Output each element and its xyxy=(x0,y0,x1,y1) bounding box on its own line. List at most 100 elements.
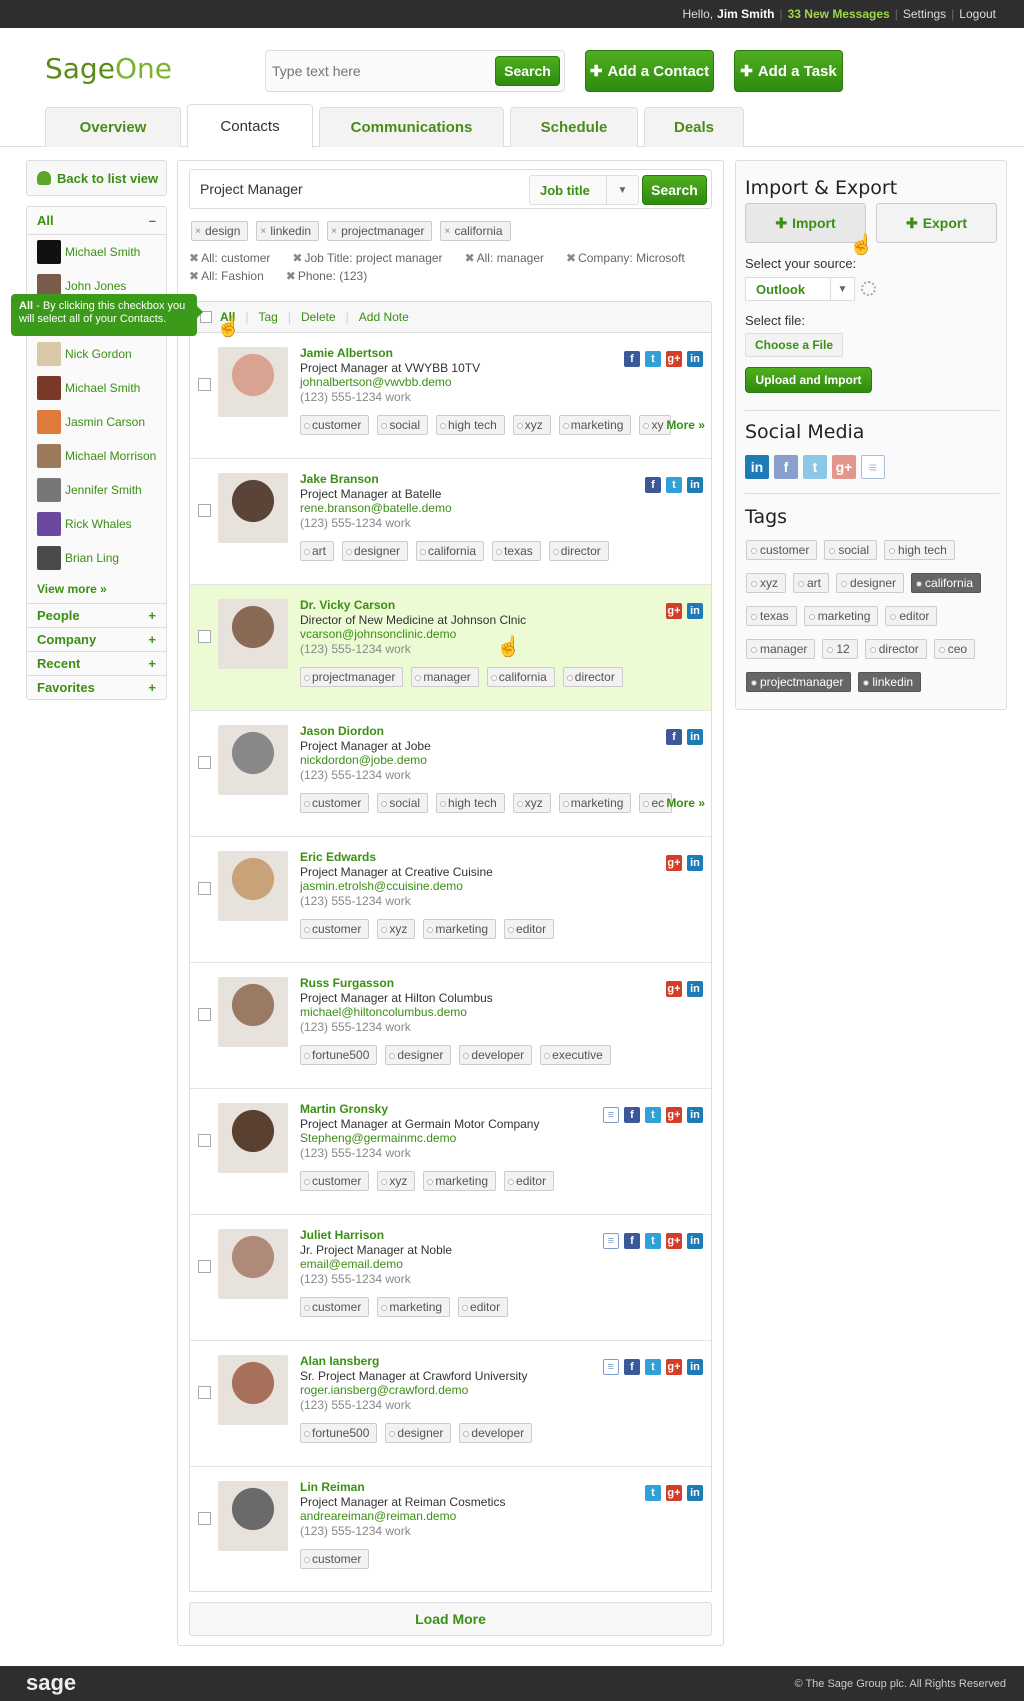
filter-tag[interactable]: projectmanager xyxy=(327,221,433,241)
contact-tag[interactable]: california xyxy=(486,667,555,687)
tag-cloud-item[interactable]: marketing xyxy=(803,606,879,626)
remove-filter-icon[interactable]: ✖ xyxy=(286,269,296,283)
contact-photo[interactable] xyxy=(218,347,288,417)
tab-communications[interactable]: Communications xyxy=(319,107,504,147)
row-checkbox[interactable] xyxy=(198,378,211,391)
contact-name[interactable]: Jake Branson xyxy=(300,472,379,486)
contact-name[interactable]: Eric Edwards xyxy=(300,850,376,864)
tag-cloud-item[interactable]: ceo xyxy=(933,639,976,659)
contact-photo[interactable] xyxy=(218,599,288,669)
contact-tag[interactable]: marketing xyxy=(558,415,632,435)
note-icon[interactable]: ≡ xyxy=(603,1107,619,1123)
add-contact-button[interactable]: ✚ Add a Contact xyxy=(585,50,714,92)
twitter-icon[interactable]: t xyxy=(803,455,827,479)
googleplus-icon[interactable]: g+ xyxy=(666,981,682,997)
messages-link[interactable]: 33 New Messages xyxy=(788,7,890,21)
contact-tag[interactable]: customer xyxy=(300,1171,370,1191)
contact-email[interactable]: Stepheng@germainmc.demo xyxy=(300,1131,456,1145)
linkedin-icon[interactable]: in xyxy=(687,477,703,493)
remove-filter-icon[interactable]: ✖ xyxy=(292,251,302,265)
row-checkbox[interactable] xyxy=(198,1134,211,1147)
tag-action[interactable]: Tag xyxy=(258,310,277,324)
sidebar-contact[interactable]: Michael Smith xyxy=(27,371,166,405)
contact-tag[interactable]: marketing xyxy=(423,1171,497,1191)
contact-tag[interactable]: projectmanager xyxy=(300,667,404,687)
tag-cloud-item[interactable]: social xyxy=(824,540,878,560)
contact-tag[interactable]: xyz xyxy=(377,919,416,939)
remove-filter-icon[interactable]: ✖ xyxy=(189,269,199,283)
contact-tag[interactable]: xyz xyxy=(512,415,551,435)
row-checkbox[interactable] xyxy=(198,1512,211,1525)
contact-tag[interactable]: customer xyxy=(300,1297,370,1317)
contact-name[interactable]: Dr. Vicky Carson xyxy=(300,598,395,612)
contact-tag[interactable]: customer xyxy=(300,1549,370,1569)
contact-photo[interactable] xyxy=(218,1103,288,1173)
contact-tag[interactable]: designer xyxy=(385,1423,452,1443)
contact-tag[interactable]: xyz xyxy=(377,1171,416,1191)
export-button[interactable]: ✚ Export xyxy=(876,203,997,243)
twitter-icon[interactable]: t xyxy=(645,1107,661,1123)
tag-cloud-item[interactable]: customer xyxy=(746,540,818,560)
active-filter[interactable]: ✖ All: customer xyxy=(189,249,281,267)
linkedin-icon[interactable]: in xyxy=(687,603,703,619)
row-checkbox[interactable] xyxy=(198,756,211,769)
field-select[interactable]: Job title ▼ xyxy=(529,175,639,205)
contact-tag[interactable]: social xyxy=(377,415,429,435)
linkedin-icon[interactable]: in xyxy=(687,981,703,997)
contact-tag[interactable]: texas xyxy=(492,541,541,561)
contact-tag[interactable]: editor xyxy=(504,1171,555,1191)
sidebar-category[interactable]: Company + xyxy=(27,627,166,651)
sidebar-contact[interactable]: Jennifer Smith xyxy=(27,473,166,507)
row-checkbox[interactable] xyxy=(198,630,211,643)
contact-tag[interactable]: fortune500 xyxy=(300,1045,378,1065)
tag-cloud-item[interactable]: high tech xyxy=(884,540,955,560)
row-checkbox[interactable] xyxy=(198,1386,211,1399)
expand-icon[interactable]: + xyxy=(148,632,156,647)
contact-name[interactable]: Jason Diordon xyxy=(300,724,384,738)
sidebar-category[interactable]: Favorites + xyxy=(27,675,166,699)
contact-photo[interactable] xyxy=(218,1229,288,1299)
source-select[interactable]: Outlook ▼ xyxy=(745,277,855,301)
contact-tag[interactable]: high tech xyxy=(436,793,505,813)
active-filter[interactable]: ✖ Job Title: project manager xyxy=(292,249,453,267)
googleplus-icon[interactable]: g+ xyxy=(666,1107,682,1123)
active-filter[interactable]: ✖ Company: Microsoft xyxy=(566,249,696,267)
sidebar-contact[interactable]: Nick Gordon xyxy=(27,337,166,371)
choose-file-button[interactable]: Choose a File xyxy=(745,333,843,357)
contact-tag[interactable]: designer xyxy=(342,541,409,561)
sidebar-contact[interactable]: Brian Ling xyxy=(27,541,166,575)
contact-tag[interactable]: director xyxy=(548,541,609,561)
row-checkbox[interactable] xyxy=(198,504,211,517)
sidebar-category[interactable]: People + xyxy=(27,603,166,627)
note-icon[interactable]: ≡ xyxy=(603,1233,619,1249)
remove-filter-icon[interactable]: ✖ xyxy=(566,251,576,265)
contact-email[interactable]: jasmin.etrolsh@ccuisine.demo xyxy=(300,879,463,893)
contact-name[interactable]: Lin Reiman xyxy=(300,1480,365,1494)
contact-email[interactable]: roger.iansberg@crawford.demo xyxy=(300,1383,468,1397)
contact-email[interactable]: rene.branson@batelle.demo xyxy=(300,501,452,515)
linkedin-icon[interactable]: in xyxy=(687,1233,703,1249)
row-checkbox[interactable] xyxy=(198,882,211,895)
filter-tag[interactable]: linkedin xyxy=(256,221,320,241)
load-more-button[interactable]: Load More xyxy=(189,1602,712,1636)
contact-tag[interactable]: high tech xyxy=(436,415,505,435)
linkedin-icon[interactable]: in xyxy=(687,1107,703,1123)
twitter-icon[interactable]: t xyxy=(645,351,661,367)
contact-photo[interactable] xyxy=(218,725,288,795)
contact-email[interactable]: email@email.demo xyxy=(300,1257,403,1271)
linkedin-icon[interactable]: in xyxy=(687,729,703,745)
back-to-list-button[interactable]: Back to list view xyxy=(26,160,167,196)
add-task-button[interactable]: ✚ Add a Task xyxy=(734,50,843,92)
facebook-icon[interactable]: f xyxy=(645,477,661,493)
contact-tag[interactable]: editor xyxy=(504,919,555,939)
contact-photo[interactable] xyxy=(218,1481,288,1551)
googleplus-icon[interactable]: g+ xyxy=(666,1359,682,1375)
contact-search-button[interactable]: Search xyxy=(642,175,707,205)
googleplus-icon[interactable]: g+ xyxy=(666,855,682,871)
view-more-link[interactable]: View more » xyxy=(27,575,166,603)
filter-tag[interactable]: california xyxy=(440,221,511,241)
contact-tag[interactable]: manager xyxy=(411,667,479,687)
twitter-icon[interactable]: t xyxy=(645,1485,661,1501)
all-header[interactable]: All – xyxy=(27,207,166,235)
row-checkbox[interactable] xyxy=(198,1008,211,1021)
